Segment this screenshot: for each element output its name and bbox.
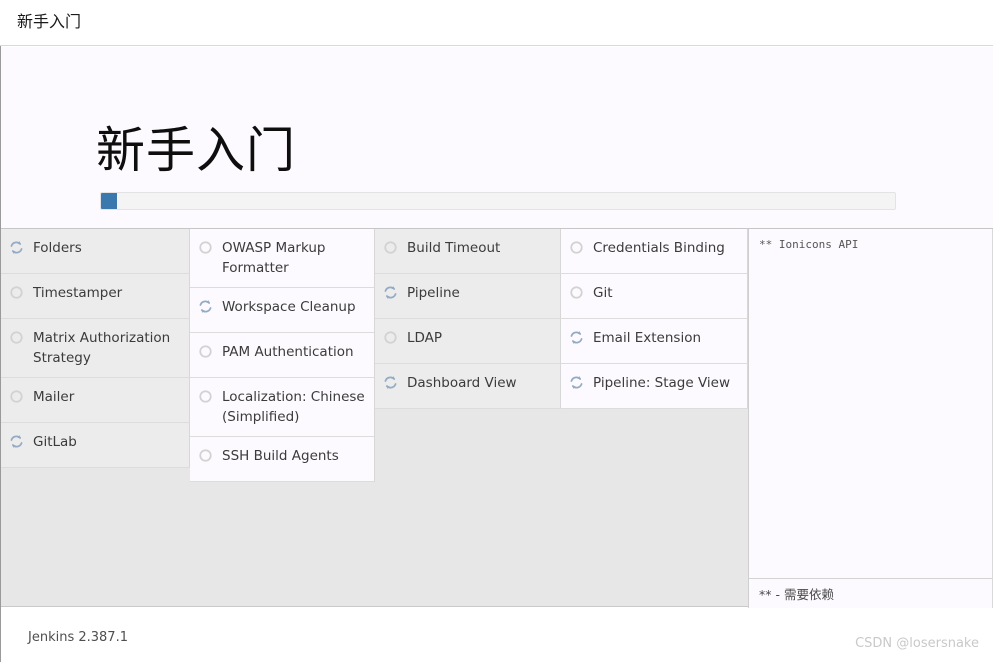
circle-pending-icon (383, 240, 398, 255)
circle-pending-icon (198, 448, 213, 463)
sync-icon (383, 375, 398, 390)
hero-section: 新手入门 (1, 47, 993, 228)
install-log-lines: ** Ionicons API (749, 229, 992, 579)
plugin-item: GitLab (1, 423, 190, 468)
sync-icon (9, 434, 24, 449)
plugin-item: SSH Build Agents (190, 437, 375, 482)
install-log-panel: ** Ionicons API ** - 需要依赖 (748, 229, 993, 608)
circle-pending-icon (9, 285, 24, 300)
plugin-item: Folders (1, 229, 190, 274)
plugin-item: Build Timeout (375, 229, 561, 274)
circle-pending-icon (198, 389, 213, 404)
plugin-item: Mailer (1, 378, 190, 423)
circle-pending-icon (9, 330, 24, 345)
top-navigation-bar: 新手入门 (0, 0, 993, 46)
plugin-name-label: Localization: Chinese (Simplified) (222, 389, 365, 425)
plugin-item: Localization: Chinese (Simplified) (190, 378, 375, 437)
plugin-item: PAM Authentication (190, 333, 375, 378)
circle-pending-icon (569, 285, 584, 300)
plugin-item: Git (561, 274, 748, 319)
plugin-item: Matrix Authorization Strategy (1, 319, 190, 378)
plugin-name-label: SSH Build Agents (222, 448, 339, 464)
circle-pending-icon (198, 240, 213, 255)
plugin-name-label: Pipeline: Stage View (593, 375, 731, 391)
plugin-item: Pipeline: Stage View (561, 364, 748, 409)
plugin-item: Dashboard View (375, 364, 561, 409)
installation-progress-bar (100, 192, 896, 210)
plugin-name-label: Build Timeout (407, 240, 501, 256)
plugin-item: Workspace Cleanup (190, 288, 375, 333)
plugin-name-label: Credentials Binding (593, 240, 725, 256)
plugin-name-label: PAM Authentication (222, 344, 354, 360)
plugin-item: Timestamper (1, 274, 190, 319)
plugin-column: Build Timeout Pipeline LDAP Dashboard View (375, 229, 561, 409)
getting-started-page: 新手入门 新手入门 Folders Timestamper Matrix Autho… (0, 0, 993, 662)
plugin-name-label: GitLab (33, 434, 77, 450)
plugin-name-label: Timestamper (33, 285, 123, 301)
plugin-column: Folders Timestamper Matrix Authorization S… (1, 229, 190, 468)
plugin-item: LDAP (375, 319, 561, 364)
sync-icon (383, 285, 398, 300)
plugin-item: Pipeline (375, 274, 561, 319)
plugin-install-grid: Folders Timestamper Matrix Authorization S… (1, 229, 748, 608)
plugin-column: Credentials Binding Git Email Extension Pip… (561, 229, 748, 409)
sync-icon (198, 299, 213, 314)
sync-icon (569, 330, 584, 345)
plugin-name-label: Pipeline (407, 285, 460, 301)
installation-progress-fill (101, 193, 117, 209)
watermark-label: CSDN @losersnake (855, 636, 979, 651)
plugin-name-label: Matrix Authorization Strategy (33, 330, 171, 366)
plugin-column: OWASP Markup Formatter Workspace Cleanup P… (190, 229, 375, 482)
dependency-note: ** - 需要依赖 (749, 578, 992, 608)
plugin-name-label: Mailer (33, 389, 75, 405)
sync-icon (569, 375, 584, 390)
circle-pending-icon (198, 344, 213, 359)
plugin-name-label: Dashboard View (407, 375, 517, 391)
plugin-name-label: Workspace Cleanup (222, 299, 356, 315)
jenkins-version-label: Jenkins 2.387.1 (28, 630, 128, 645)
install-log-line: ** Ionicons API (759, 238, 859, 251)
main-content-area: Folders Timestamper Matrix Authorization S… (1, 228, 993, 608)
page-title: 新手入门 (96, 122, 297, 179)
circle-pending-icon (569, 240, 584, 255)
plugin-name-label: Email Extension (593, 330, 702, 346)
topbar-title: 新手入门 (17, 12, 82, 31)
circle-pending-icon (383, 330, 398, 345)
sync-icon (9, 240, 24, 255)
plugin-name-label: OWASP Markup Formatter (222, 240, 326, 276)
plugin-item: Credentials Binding (561, 229, 748, 274)
plugin-item: OWASP Markup Formatter (190, 229, 375, 288)
plugin-item: Email Extension (561, 319, 748, 364)
plugin-name-label: Folders (33, 240, 82, 256)
plugin-name-label: LDAP (407, 330, 443, 346)
circle-pending-icon (9, 389, 24, 404)
plugin-name-label: Git (593, 285, 613, 301)
page-footer: Jenkins 2.387.1 CSDN @losersnake (1, 608, 993, 662)
